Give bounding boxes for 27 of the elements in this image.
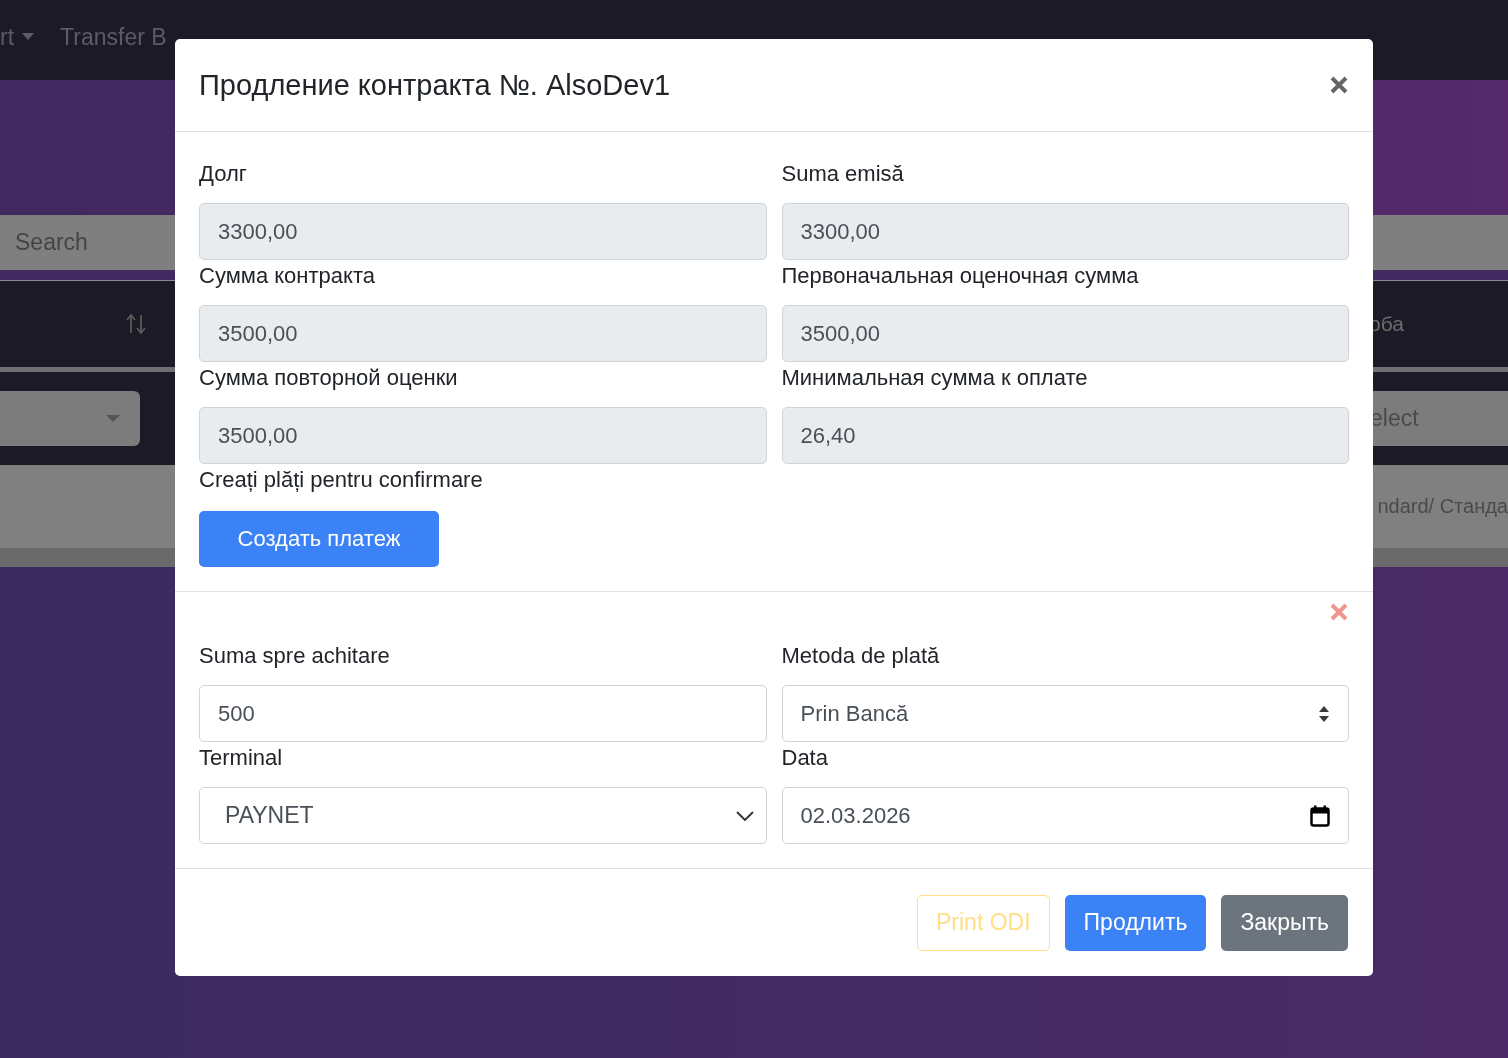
caret-icon xyxy=(22,33,35,41)
field-label: Первоначальная оценочная сумма xyxy=(781,262,1140,290)
calendar-icon xyxy=(1310,804,1330,827)
sort-arrows-icon xyxy=(1318,704,1330,723)
footer-button[interactable]: Продлить xyxy=(1064,894,1207,951)
chevron-down-icon xyxy=(735,810,754,821)
field-label: Suma emisă xyxy=(781,160,905,188)
field-label: Минимальная сумма к оплате xyxy=(781,364,1089,392)
close-icon[interactable] xyxy=(1329,75,1349,95)
sort-icon xyxy=(125,313,147,335)
select-field[interactable]: PAYNET xyxy=(199,787,767,844)
field-label: Terminal xyxy=(199,744,284,772)
footer-button[interactable]: Закрыть xyxy=(1221,894,1348,951)
field-label: Долг xyxy=(199,160,248,188)
remove-icon[interactable] xyxy=(1329,602,1349,622)
modal-title: Продление контракта №. AlsoDev1 xyxy=(199,68,671,102)
date-field[interactable]: 02.03.2026 xyxy=(781,787,1349,844)
create-payment-button[interactable]: Создать платеж xyxy=(199,511,439,567)
input-field[interactable]: 500 xyxy=(199,685,767,742)
field-label: Creați plăți pentru confirmare xyxy=(199,466,484,494)
select-field[interactable]: Prin Bancă xyxy=(781,685,1349,742)
field-label: Сумма контракта xyxy=(199,262,376,290)
field-label: Сумма повторной оценки xyxy=(199,364,459,392)
field-label: Suma spre achitare xyxy=(199,642,391,670)
caret-icon xyxy=(106,414,120,423)
field-label: Data xyxy=(781,744,829,772)
field-label: Metoda de plată xyxy=(781,642,941,670)
